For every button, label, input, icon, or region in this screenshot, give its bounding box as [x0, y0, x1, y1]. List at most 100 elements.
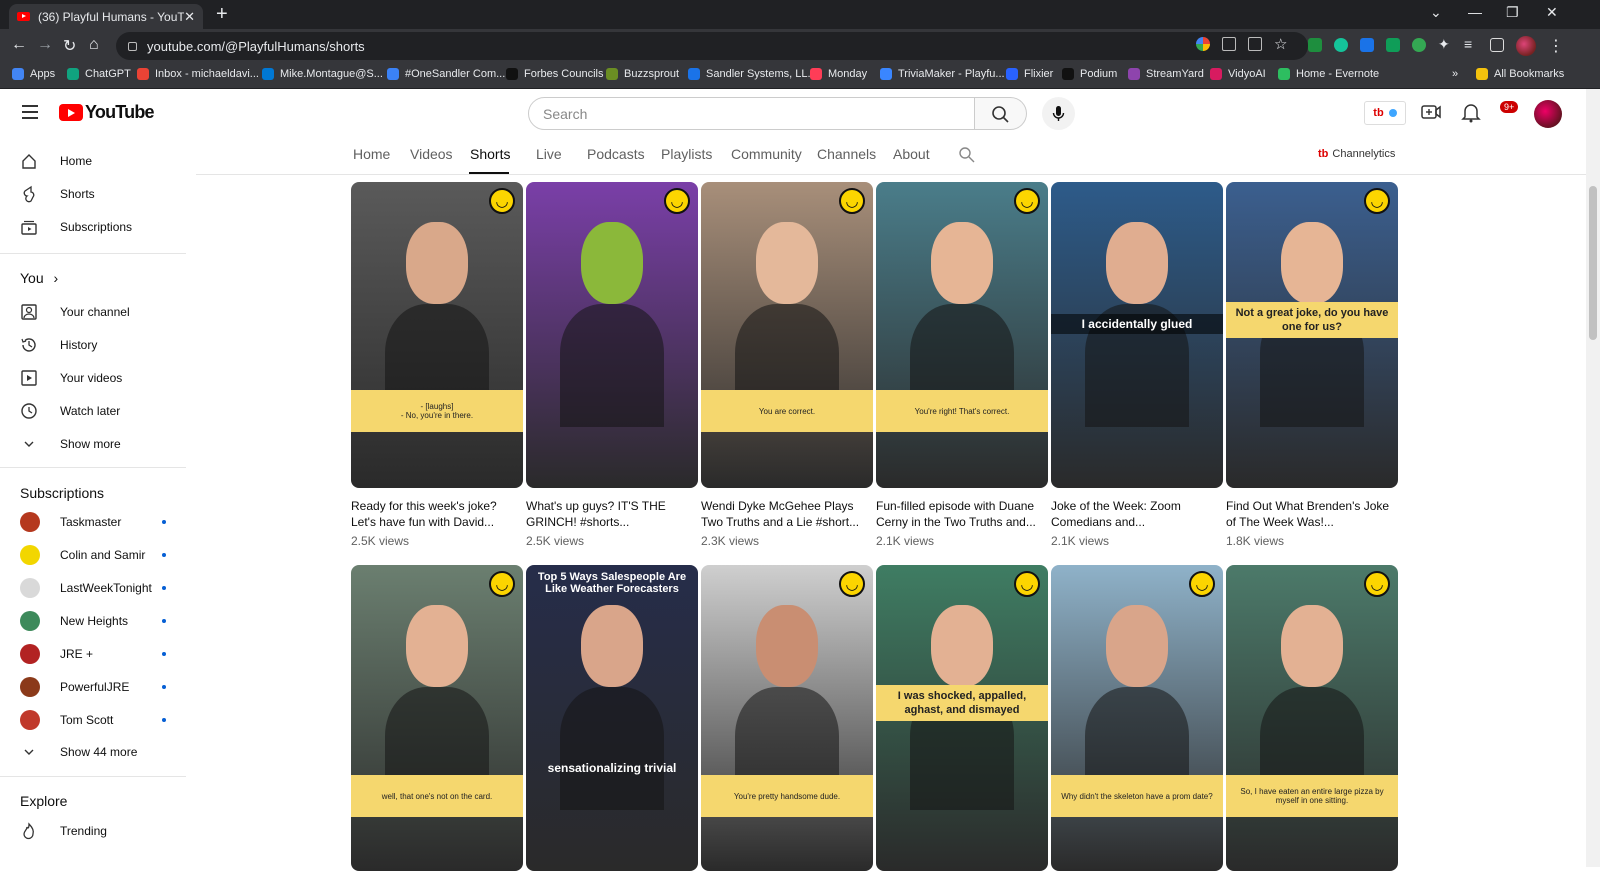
tab-videos[interactable]: Videos	[410, 146, 453, 162]
bookmark-item[interactable]: Mike.Montague@S...	[262, 68, 383, 80]
subscription-item[interactable]: Colin and Samir	[20, 545, 145, 565]
profile-avatar[interactable]	[1516, 36, 1536, 56]
tab-live[interactable]: Live	[536, 146, 562, 162]
sidebar-you-header[interactable]: You ›	[20, 270, 58, 286]
reload-icon[interactable]: ↻	[63, 36, 76, 56]
bookmark-item[interactable]: StreamYard	[1128, 68, 1204, 80]
bookmark-item[interactable]: Home - Evernote	[1278, 68, 1379, 80]
short-card[interactable]: Not a great joke, do you have one for us…	[1226, 182, 1398, 548]
tab-search-icon[interactable]: ⌄	[1430, 4, 1442, 21]
bookmarks-more-icon[interactable]: »	[1452, 68, 1458, 80]
bookmark-item[interactable]: Apps	[12, 68, 55, 80]
create-video-icon[interactable]	[1420, 101, 1442, 123]
short-card[interactable]: well, that one's not on the card. ◡	[351, 565, 523, 871]
bookmark-item[interactable]: Inbox - michaeldavi...	[137, 68, 259, 80]
bookmark-star-icon[interactable]: ☆	[1274, 35, 1287, 53]
address-bar[interactable]: youtube.com/@PlayfulHumans/shorts	[116, 32, 1308, 60]
short-thumbnail[interactable]: Top 5 Ways Salespeople Are Like Weather …	[526, 565, 698, 871]
short-card[interactable]: You are correct. ◡ Wendi Dyke McGehee Play…	[701, 182, 873, 548]
subscription-item[interactable]: JRE +	[20, 644, 93, 664]
tab-shorts[interactable]: Shorts	[470, 146, 510, 162]
browser-menu-icon[interactable]: ⋮	[1548, 36, 1564, 56]
short-title[interactable]: What's up guys? IT'S THE GRINCH! #shorts…	[526, 498, 698, 530]
tab-channels[interactable]: Channels	[817, 146, 876, 162]
short-thumbnail[interactable]: I was shocked, appalled, aghast, and dis…	[876, 565, 1048, 871]
short-card[interactable]: ◡ What's up guys? IT'S THE GRINCH! #short…	[526, 182, 698, 548]
tab-about[interactable]: About	[893, 146, 930, 162]
sidebar-item-shorts[interactable]: Shorts	[20, 185, 95, 203]
short-card[interactable]: So, I have eaten an entire large pizza b…	[1226, 565, 1398, 871]
extension-4-icon[interactable]	[1386, 38, 1400, 52]
subscription-item[interactable]: PowerfulJRE	[20, 677, 129, 697]
scrollbar-thumb[interactable]	[1589, 186, 1597, 340]
subscription-item[interactable]: Tom Scott	[20, 710, 113, 730]
sidebar-item-your-videos[interactable]: Your videos	[20, 369, 122, 387]
short-thumbnail[interactable]: You're right! That's correct. ◡	[876, 182, 1048, 488]
bookmark-item[interactable]: #OneSandler Com...	[387, 68, 505, 80]
forward-icon[interactable]: →	[37, 36, 53, 54]
share-icon[interactable]	[1248, 37, 1262, 51]
sidebar-item-trending[interactable]: Trending	[20, 822, 107, 840]
bookmark-item[interactable]: Podium	[1062, 68, 1117, 80]
all-bookmarks[interactable]: All Bookmarks	[1476, 68, 1564, 80]
voice-search-button[interactable]	[1042, 97, 1075, 130]
subscription-item[interactable]: LastWeekTonight	[20, 578, 152, 598]
short-thumbnail[interactable]: Not a great joke, do you have one for us…	[1226, 182, 1398, 488]
browser-tab[interactable]: (36) Playful Humans - YouTube ✕	[9, 4, 203, 29]
short-thumbnail[interactable]: well, that one's not on the card. ◡	[351, 565, 523, 871]
short-thumbnail[interactable]: So, I have eaten an entire large pizza b…	[1226, 565, 1398, 871]
short-title[interactable]: Fun-filled episode with Duane Cerny in t…	[876, 498, 1048, 530]
google-lens-icon[interactable]	[1196, 37, 1210, 51]
short-card[interactable]: - [laughs] - No, you're in there. ◡ Ready …	[351, 182, 523, 548]
bookmark-item[interactable]: Monday	[810, 68, 867, 80]
short-card[interactable]: I was shocked, appalled, aghast, and dis…	[876, 565, 1048, 871]
short-title[interactable]: Find Out What Brenden's Joke of The Week…	[1226, 498, 1398, 530]
home-browser-icon[interactable]: ⌂	[89, 36, 99, 54]
menu-icon[interactable]	[22, 105, 38, 119]
short-card[interactable]: Top 5 Ways Salespeople Are Like Weather …	[526, 565, 698, 871]
new-tab-icon[interactable]: +	[216, 3, 228, 26]
side-panel-icon[interactable]	[1490, 38, 1504, 52]
sidebar-item-subscriptions[interactable]: Subscriptions	[20, 218, 132, 236]
grammarly-icon[interactable]	[1334, 38, 1348, 52]
youtube-logo[interactable]: YouTube	[59, 102, 155, 123]
short-thumbnail[interactable]: You're pretty handsome dude. ◡	[701, 565, 873, 871]
media-control-icon[interactable]: ≡	[1464, 36, 1472, 52]
sidebar-item-home[interactable]: Home	[20, 152, 92, 170]
short-thumbnail[interactable]: I accidentally glued	[1051, 182, 1223, 488]
tab-playlists[interactable]: Playlists	[661, 146, 712, 162]
extension-1-icon[interactable]	[1308, 38, 1322, 52]
bookmark-item[interactable]: ChatGPT	[67, 68, 131, 80]
search-input[interactable]: Search	[528, 97, 975, 130]
sidebar-item-history[interactable]: History	[20, 336, 97, 354]
short-thumbnail[interactable]: ◡	[526, 182, 698, 488]
channelytics-link[interactable]: tb Channelytics	[1318, 148, 1395, 160]
bookmark-item[interactable]: Buzzsprout	[606, 68, 679, 80]
subscription-item[interactable]: Taskmaster	[20, 512, 121, 532]
close-tab-icon[interactable]: ✕	[184, 9, 195, 25]
short-title[interactable]: Wendi Dyke McGehee Plays Two Truths and …	[701, 498, 873, 530]
extension-5-icon[interactable]	[1412, 38, 1426, 52]
short-card[interactable]: Why didn't the skeleton have a prom date…	[1051, 565, 1223, 871]
tab-home[interactable]: Home	[353, 146, 390, 162]
search-button[interactable]	[975, 97, 1027, 130]
extensions-puzzle-icon[interactable]: ✦	[1438, 36, 1450, 53]
bookmark-item[interactable]: VidyoAI	[1210, 68, 1266, 80]
sidebar-subscriptions-header[interactable]: Subscriptions	[20, 485, 104, 501]
sidebar-show-more-subscriptions[interactable]: Show 44 more	[20, 743, 137, 761]
account-avatar[interactable]	[1534, 100, 1562, 128]
short-card[interactable]: I accidentally glued Joke of the Week: Zo…	[1051, 182, 1223, 548]
back-icon[interactable]: ←	[11, 36, 27, 54]
channel-search-icon[interactable]	[958, 146, 976, 164]
bookmark-item[interactable]: Forbes Councils	[506, 68, 603, 80]
sidebar-explore-header[interactable]: Explore	[20, 793, 67, 809]
channelytics-extension-button[interactable]: tb	[1364, 101, 1406, 125]
short-card[interactable]: You're pretty handsome dude. ◡	[701, 565, 873, 871]
short-title[interactable]: Ready for this week's joke? Let's have f…	[351, 498, 523, 530]
minimize-icon[interactable]: —	[1468, 4, 1482, 20]
bookmark-item[interactable]: TriviaMaker - Playfu...	[880, 68, 1005, 80]
short-thumbnail[interactable]: Why didn't the skeleton have a prom date…	[1051, 565, 1223, 871]
sidebar-item-your-channel[interactable]: Your channel	[20, 303, 130, 321]
tab-community[interactable]: Community	[731, 146, 802, 162]
bookmark-item[interactable]: Flixier	[1006, 68, 1053, 80]
